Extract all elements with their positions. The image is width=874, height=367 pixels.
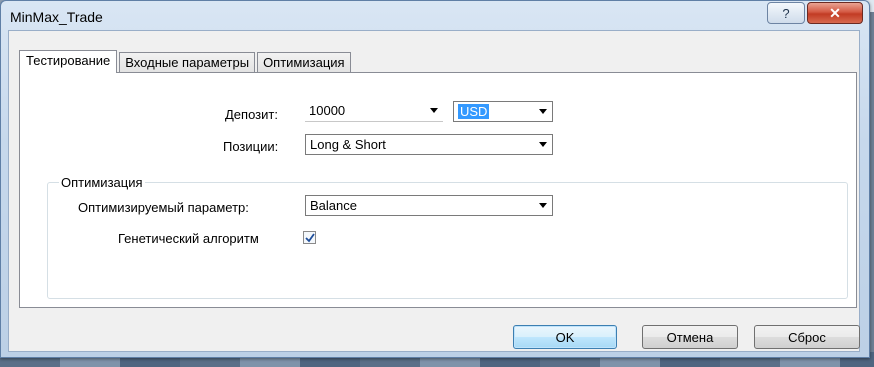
check-icon <box>304 232 315 242</box>
positions-label: Позиции: <box>223 139 279 154</box>
genetic-algorithm-label: Генетический алгоритм <box>118 231 259 246</box>
chevron-down-icon <box>538 135 548 154</box>
optimization-group-title: Оптимизация <box>59 175 145 190</box>
cancel-button[interactable]: Отмена <box>642 325 738 349</box>
tab-input-parameters[interactable]: Входные параметры <box>119 52 256 72</box>
currency-select[interactable]: USD <box>453 101 553 122</box>
currency-value: USD <box>458 104 490 119</box>
help-button[interactable]: ? <box>767 2 805 24</box>
deposit-select[interactable]: 10000 <box>305 101 443 122</box>
positions-select[interactable]: Long & Short <box>305 134 553 155</box>
optimized-parameter-select[interactable]: Balance <box>305 195 553 216</box>
close-icon: ✕ <box>829 4 841 21</box>
deposit-value: 10000 <box>309 103 346 118</box>
chevron-down-icon <box>538 102 548 121</box>
reset-button[interactable]: Сброс <box>754 325 860 349</box>
tab-strip: Тестирование Входные параметры Оптимизац… <box>19 50 353 73</box>
tab-testing[interactable]: Тестирование <box>19 50 118 73</box>
chevron-down-icon <box>429 101 439 120</box>
window-title: MinMax_Trade <box>10 9 103 25</box>
optimized-parameter-label: Оптимизируемый параметр: <box>78 200 249 215</box>
genetic-algorithm-checkbox[interactable] <box>303 231 316 244</box>
ok-button[interactable]: OK <box>513 325 617 349</box>
chevron-down-icon <box>538 196 548 215</box>
help-icon: ? <box>782 5 790 21</box>
tab-optimization[interactable]: Оптимизация <box>257 52 351 72</box>
positions-value: Long & Short <box>310 137 386 152</box>
optimized-parameter-value: Balance <box>310 198 357 213</box>
deposit-label: Депозит: <box>225 107 278 122</box>
close-button[interactable]: ✕ <box>807 2 863 24</box>
title-bar[interactable]: MinMax_Trade ? ✕ <box>1 1 869 31</box>
